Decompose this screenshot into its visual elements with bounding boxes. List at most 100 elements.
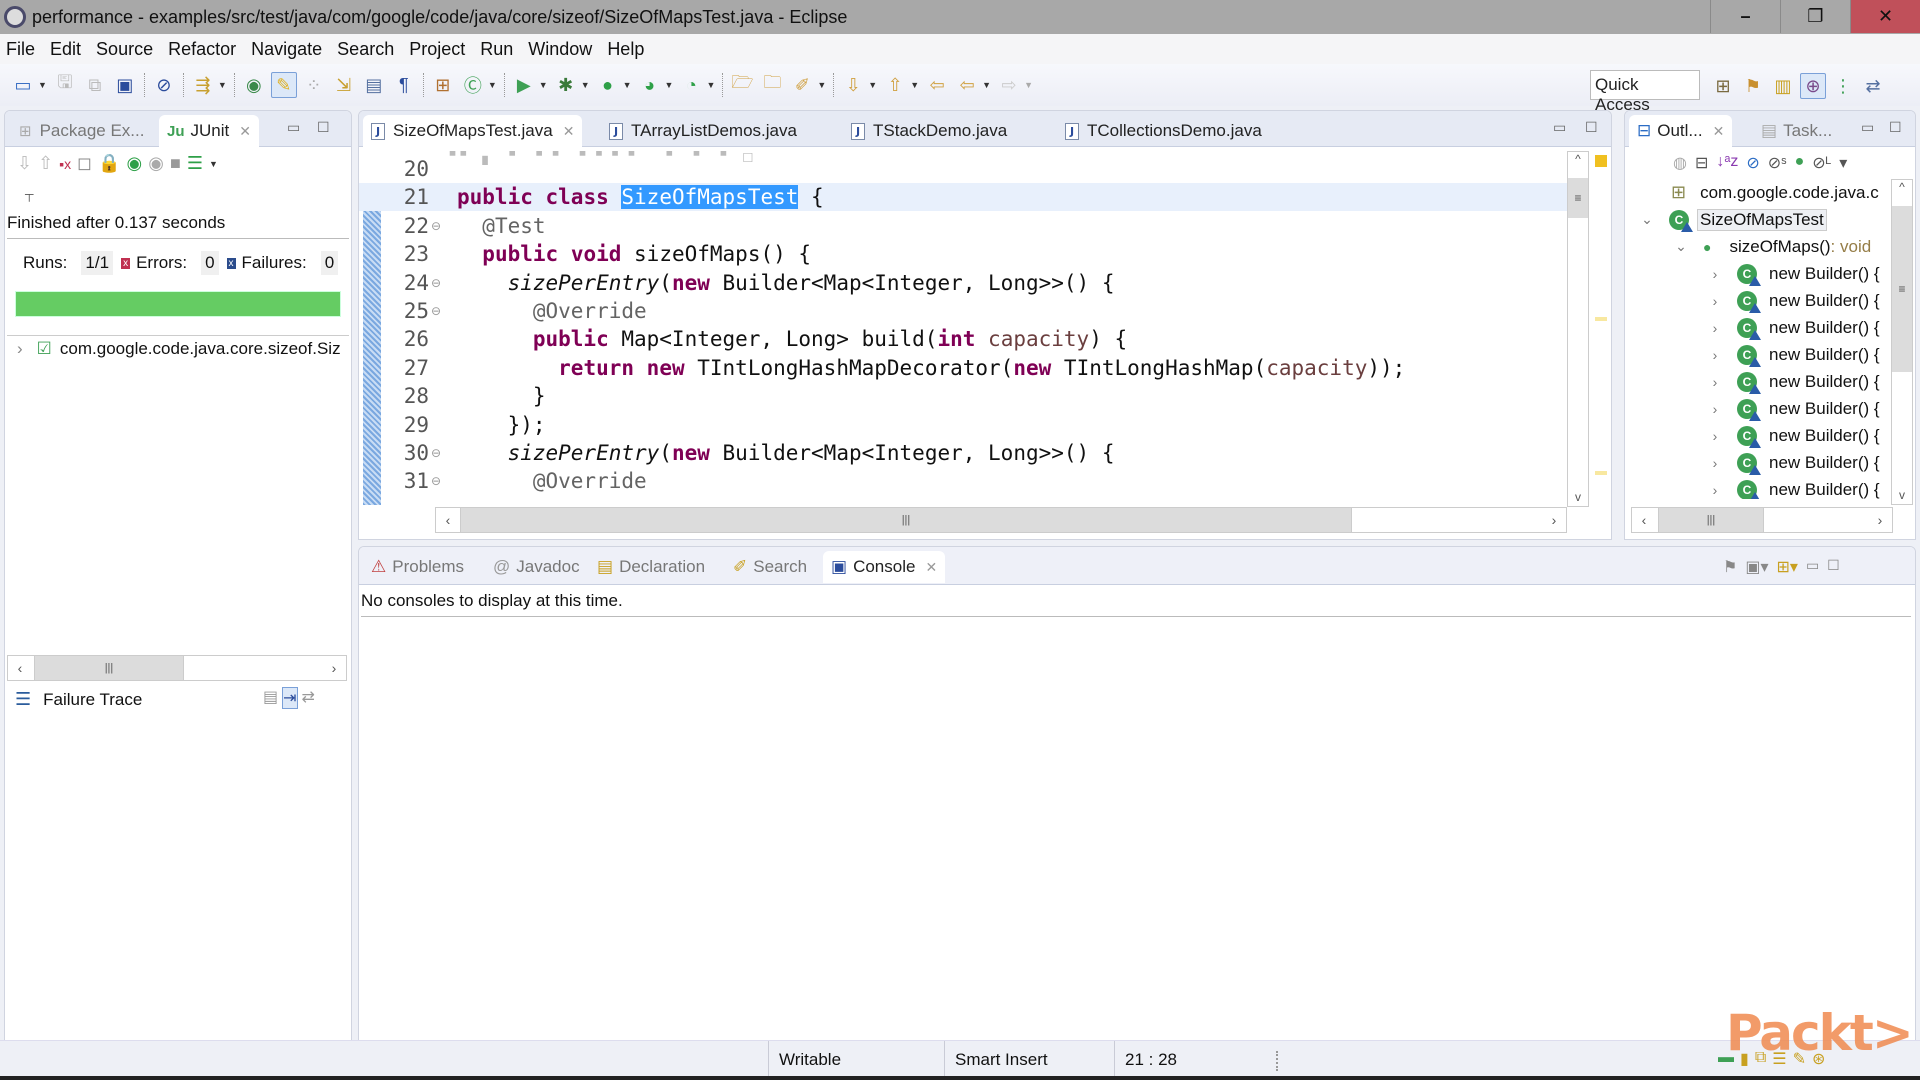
show-skipped-icon[interactable]: ◻ <box>77 153 92 174</box>
outline-item[interactable]: ⊞ com.google.code.java.c <box>1631 179 1899 206</box>
hide-static-icon[interactable]: ⊘ˢ <box>1768 153 1787 173</box>
fold-toggle-icon[interactable]: ⊖ <box>429 269 445 297</box>
outline-item[interactable]: › Cnew Builder() { <box>1631 287 1899 314</box>
menu-help[interactable]: Help <box>605 39 646 60</box>
code-line[interactable]: 21 public class SizeOfMapsTest { <box>381 183 1581 211</box>
menu-window[interactable]: Window <box>526 39 594 60</box>
outline-item[interactable]: › Cnew Builder() { <box>1631 314 1899 341</box>
outline-item[interactable]: ⌄ ● sizeOfMaps() : void <box>1631 233 1899 260</box>
scroll-up-icon[interactable]: ^ <box>1892 180 1912 194</box>
test-run-history-icon[interactable]: ☰ <box>187 153 203 174</box>
menu-file[interactable]: File <box>4 39 37 60</box>
show-whitespace-icon[interactable]: ⁘ <box>301 72 327 98</box>
java-ee-icon[interactable]: ⚑ <box>1740 73 1766 99</box>
display-console-icon[interactable]: ▣▾ <box>1745 557 1768 577</box>
outline-item[interactable]: › Cnew Builder() { <box>1631 395 1899 422</box>
fold-toggle-icon[interactable]: ⊖ <box>429 439 445 467</box>
code-line[interactable]: 29 }); <box>381 411 1581 439</box>
show-invisibles-icon[interactable]: ¶ <box>391 72 417 98</box>
code-line[interactable]: 28 } <box>381 382 1581 410</box>
pin-console-icon[interactable]: ⚑ <box>1723 557 1737 577</box>
scroll-left-icon[interactable]: ‹ <box>8 656 32 680</box>
minimize-view-button[interactable]: ▭ <box>1806 557 1819 577</box>
fold-toggle-icon[interactable]: ⊖ <box>429 467 445 495</box>
hide-local-types-icon[interactable]: ⊘ᴸ <box>1812 153 1831 173</box>
tab-junit[interactable]: Ju JUnit ✕ <box>159 115 259 147</box>
open-console-icon[interactable]: ⊞▾ <box>1777 557 1798 577</box>
java-browsing-icon[interactable]: ⋮ <box>1830 73 1856 99</box>
refactor-icon[interactable]: ⇶ <box>190 72 216 98</box>
scroll-left-icon[interactable]: ‹ <box>436 508 460 532</box>
tab-package-explorer[interactable]: ⊞ Package Ex... <box>11 115 152 147</box>
tab-sizeofmapstest[interactable]: J SizeOfMapsTest.java ✕ <box>363 115 583 147</box>
editor-vscroll-thumb[interactable]: ≡ <box>1568 178 1588 218</box>
expand-chevron-icon[interactable]: › <box>1705 428 1725 444</box>
expand-chevron-icon[interactable]: › <box>1705 320 1725 336</box>
quick-access-input[interactable]: Quick Access <box>1590 70 1700 114</box>
menu-run[interactable]: Run <box>478 39 515 60</box>
outline-item[interactable]: › Cnew Builder() { <box>1631 260 1899 287</box>
tree-hscrollbar[interactable]: ‹ ||| › <box>7 655 347 681</box>
outline-vscrollbar[interactable]: ^ ≡ v <box>1891 179 1913 505</box>
prev-annotation-up-icon[interactable]: ⇧ <box>882 72 908 98</box>
scroll-left-icon[interactable]: ‹ <box>1632 508 1656 532</box>
outline-item[interactable]: › Cnew Builder() { <box>1631 449 1899 476</box>
block-selection-icon[interactable]: ▤ <box>361 72 387 98</box>
outline-item[interactable]: ⌄ C SizeOfMapsTest <box>1631 206 1899 233</box>
run-icon[interactable]: ● <box>595 72 621 98</box>
maximize-view-button[interactable]: ☐ <box>1889 119 1902 136</box>
outline-item[interactable]: › Cnew Builder() { <box>1631 422 1899 449</box>
restore-button[interactable]: ❐ <box>1780 0 1850 33</box>
view-menu-dropdown[interactable]: ▼ <box>209 159 218 169</box>
code-line[interactable]: 25 ⊖ @Override <box>381 297 1581 325</box>
scroll-down-icon[interactable]: v <box>1892 488 1912 502</box>
close-button[interactable]: ✕ <box>1850 0 1920 33</box>
maximize-editor-button[interactable]: ☐ <box>1585 119 1598 136</box>
minimize-view-button[interactable]: ▭ <box>287 119 300 136</box>
outline-item[interactable]: › Cnew Builder() { <box>1631 368 1899 395</box>
new-wizard-icon[interactable]: ▭ <box>10 72 36 98</box>
debug-perspective-icon[interactable]: ⇄ <box>1860 73 1886 99</box>
code-line[interactable]: 27 return new TIntLongHashMapDecorator(n… <box>381 354 1581 382</box>
open-task-icon[interactable]: 🗀 <box>759 72 785 98</box>
expand-chevron-icon[interactable]: › <box>1705 347 1725 363</box>
save-icon[interactable]: 🖫 <box>52 72 78 98</box>
hide-fields-icon[interactable]: ⊘ <box>1746 153 1759 173</box>
code-line[interactable]: 31 ⊖ @Override <box>381 467 1581 495</box>
scroll-lock-icon[interactable]: 🔒 <box>98 153 120 174</box>
overview-warning-marker[interactable] <box>1595 155 1607 167</box>
new-dropdown[interactable]: ▼ <box>38 80 47 90</box>
tab-javadoc[interactable]: @ Javadoc <box>485 551 588 583</box>
search-pen-icon[interactable]: ✐ <box>789 72 815 98</box>
editor-hscroll-thumb[interactable]: ||| <box>460 508 1352 532</box>
collapse-chevron-icon[interactable]: ⌄ <box>1671 238 1691 255</box>
editor-hscrollbar[interactable]: ‹ ||| › <box>435 507 1567 533</box>
expand-chevron-icon[interactable]: › <box>1705 374 1725 390</box>
expand-chevron-icon[interactable]: › <box>1705 401 1725 417</box>
new-java-class-icon[interactable]: Ⓒ <box>460 72 486 98</box>
maximize-view-button[interactable]: ☐ <box>1827 557 1840 577</box>
open-perspective-icon[interactable]: ⊞ <box>1710 73 1736 99</box>
close-tab-icon[interactable]: ✕ <box>925 559 937 576</box>
menu-project[interactable]: Project <box>407 39 467 60</box>
outline-vscroll-thumb[interactable]: ≡ <box>1892 206 1912 372</box>
sort-icon[interactable]: ↓ᵃz <box>1716 153 1738 173</box>
next-failure-icon[interactable]: ⇩ <box>17 153 32 174</box>
collapse-all-icon[interactable]: ⊟ <box>1695 153 1708 173</box>
expand-chevron-icon[interactable]: › <box>1705 482 1725 498</box>
close-tab-icon[interactable]: ✕ <box>1713 123 1725 140</box>
tab-tcollectionsdemo[interactable]: J TCollectionsDemo.java <box>1057 115 1270 147</box>
scroll-right-icon[interactable]: › <box>1542 508 1566 532</box>
collapse-chevron-icon[interactable]: ⌄ <box>1637 211 1657 228</box>
forward-icon[interactable]: ⇨ <box>996 72 1022 98</box>
scroll-down-icon[interactable]: v <box>1568 490 1588 504</box>
overview-marker[interactable] <box>1595 317 1607 321</box>
tab-tarraylistdemos[interactable]: J TArrayListDemos.java <box>601 115 805 147</box>
code-line[interactable]: 26 public Map<Integer, Long> build(int c… <box>381 325 1581 353</box>
new-java-package-icon[interactable]: ⊞ <box>430 72 456 98</box>
expand-chevron-icon[interactable]: › <box>1705 455 1725 471</box>
test-tree-item[interactable]: › ☑ com.google.code.java.core.sizeof.Siz <box>17 339 341 359</box>
copy-trace-icon[interactable]: ⇄ <box>302 687 315 709</box>
code-line[interactable]: 24 ⊖ sizePerEntry(new Builder<Map<Integer… <box>381 269 1581 297</box>
git-icon[interactable]: ▥ <box>1770 73 1796 99</box>
